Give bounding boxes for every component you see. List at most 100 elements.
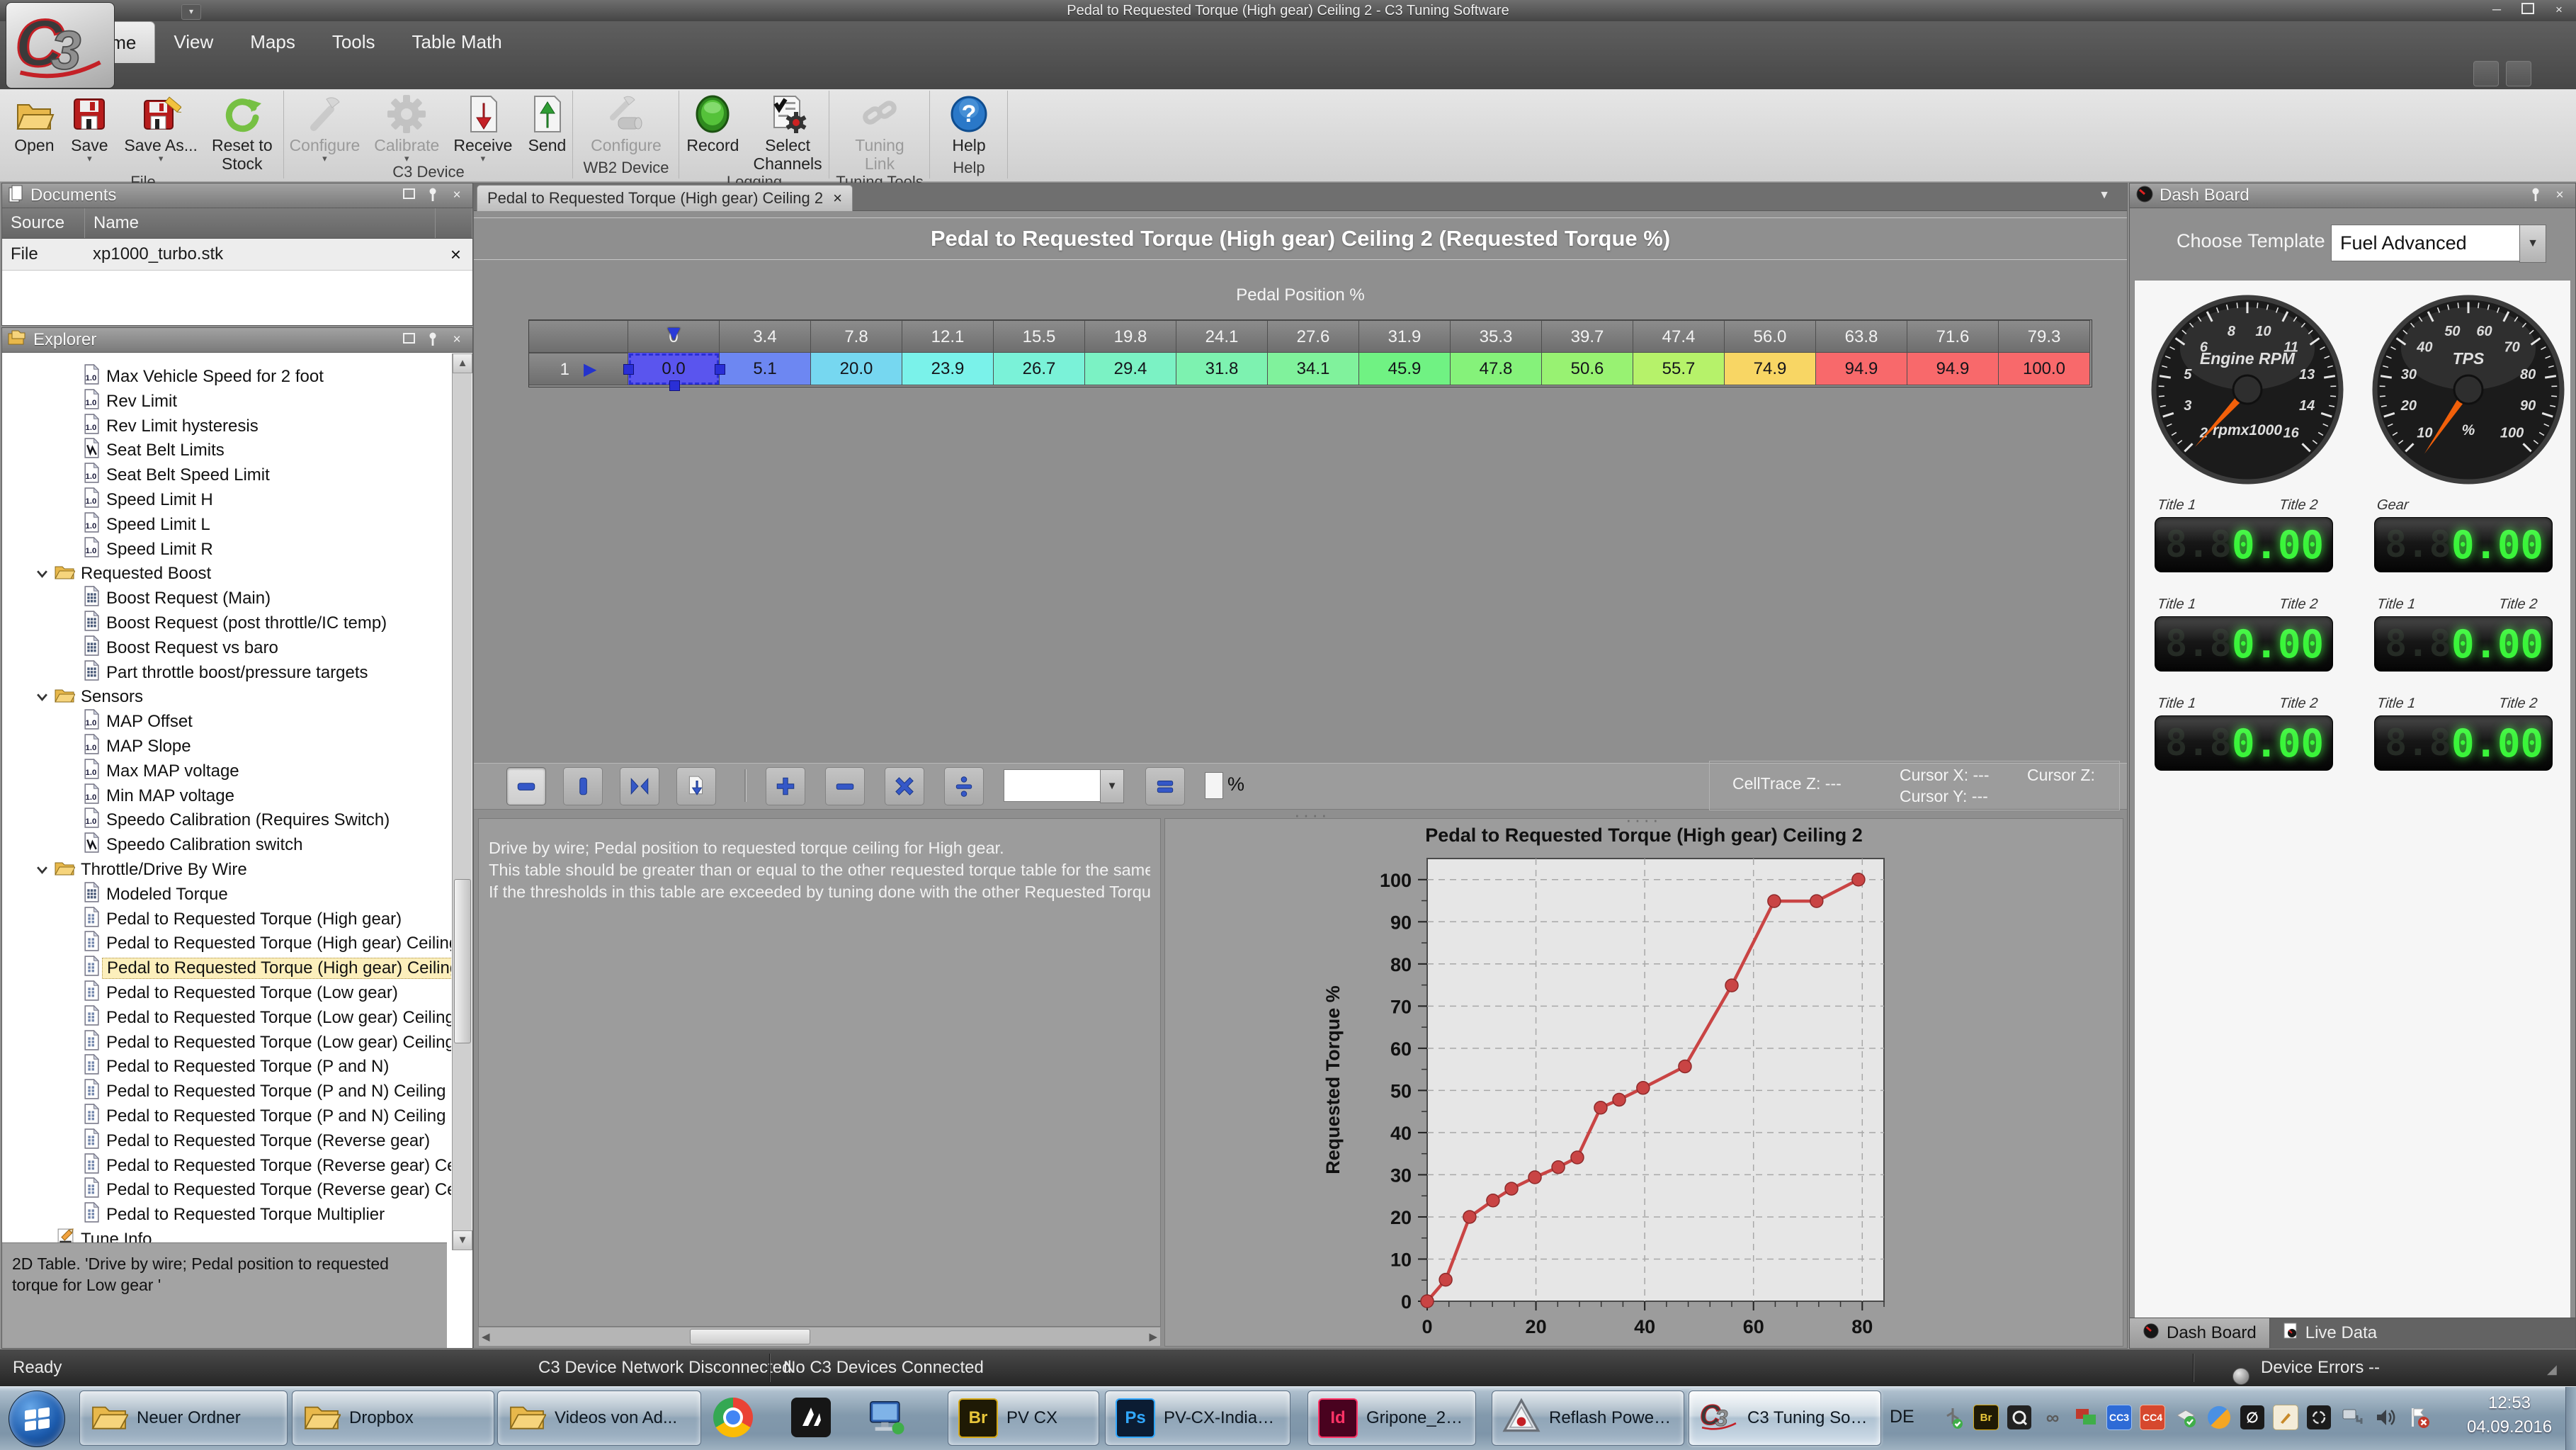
toolbar-mult-button[interactable]	[885, 767, 924, 805]
pin-icon[interactable]	[423, 332, 443, 349]
table-cell[interactable]: 94.9	[1907, 353, 1999, 385]
quick-access-dropdown-icon[interactable]: ▾	[181, 4, 201, 20]
table-cell[interactable]: 29.4	[1085, 353, 1176, 385]
header-tool-icon[interactable]	[2506, 61, 2531, 86]
table-column-header[interactable]: 39.7	[1542, 320, 1633, 353]
tray-bridge-icon[interactable]: Br	[1973, 1404, 1999, 1431]
table-cell[interactable]: 100.0	[1999, 353, 2090, 385]
tab-dash-board[interactable]: Dash Board	[2130, 1318, 2270, 1348]
tray-creative-cloud-icon[interactable]: ∞	[2039, 1404, 2066, 1431]
column-header-name[interactable]: Name	[85, 208, 436, 238]
toolbar-div-button[interactable]	[944, 767, 984, 805]
tree-item[interactable]: 1.0Min MAP voltage	[5, 784, 448, 808]
toolbar-plus-button[interactable]	[766, 767, 805, 805]
tree-item[interactable]: Boost Request vs baro	[5, 636, 448, 660]
tree-item[interactable]: 1.0Seat Belt Speed Limit	[5, 463, 448, 487]
language-indicator[interactable]: DE	[1890, 1407, 1914, 1427]
table-cell[interactable]: 34.1	[1268, 353, 1359, 385]
chevron-down-icon[interactable]	[36, 687, 48, 707]
tree-item[interactable]: Boost Request (post throttle/IC temp)	[5, 611, 448, 635]
tree-item[interactable]: Pedal to Requested Torque (Low gear) Cei…	[5, 1006, 448, 1030]
help-button[interactable]: ?Help	[941, 91, 997, 154]
tray-player-icon[interactable]: ∅	[2239, 1404, 2266, 1431]
tree-item[interactable]: 1.0Rev Limit	[5, 390, 448, 414]
chevron-down-icon[interactable]	[36, 564, 48, 584]
toolbar-equals-button[interactable]	[1145, 767, 1185, 805]
toolbar-doc-arrow-button[interactable]	[676, 767, 716, 805]
tree-item[interactable]: 1.0Speedo Calibration (Requires Switch)	[5, 808, 448, 832]
table-cell[interactable]: 47.8	[1451, 353, 1542, 385]
header-tool-icon[interactable]	[2473, 61, 2499, 86]
table-column-header[interactable]: 19.8	[1085, 320, 1176, 353]
table-column-header[interactable]: 15.5	[994, 320, 1085, 353]
table-cell[interactable]: 50.6	[1542, 353, 1633, 385]
table-column-header[interactable]: 35.3	[1451, 320, 1542, 353]
tree-item[interactable]: 1.0Max MAP voltage	[5, 759, 448, 783]
receive-button[interactable]: Receive▾	[446, 91, 519, 163]
toolbar-minus-button[interactable]	[825, 767, 865, 805]
splitter-handle[interactable]: ····	[1294, 811, 1330, 818]
tree-item[interactable]: Sensors	[5, 685, 448, 709]
tree-item[interactable]: Requested Boost	[5, 562, 448, 586]
taskbar-button-videos-von-ad-[interactable]: Videos von Ad...	[497, 1390, 701, 1446]
tree-item[interactable]: Pedal to Requested Torque (P and N)	[5, 1055, 448, 1079]
table-column-header[interactable]: 7.8	[811, 320, 902, 353]
tray-flag-icon[interactable]	[2405, 1404, 2432, 1431]
scroll-right-icon[interactable]: ▶	[1149, 1330, 1157, 1343]
close-panel-icon[interactable]: ×	[2550, 187, 2570, 204]
scroll-down-icon[interactable]: ▼	[453, 1230, 472, 1250]
float-window-icon[interactable]	[399, 187, 419, 204]
tree-item[interactable]: Throttle/Drive By Wire	[5, 858, 448, 882]
document-tab[interactable]: Pedal to Requested Torque (High gear) Ce…	[477, 185, 853, 211]
explorer-scrollbar[interactable]: ▲ ▼	[452, 353, 472, 1250]
tree-item[interactable]: Part throttle boost/pressure targets	[5, 661, 448, 685]
tray-volume-icon[interactable]	[2372, 1404, 2399, 1431]
tray-quicktime-icon[interactable]	[2006, 1404, 2033, 1431]
tuning-button[interactable]: Tuning Link	[848, 91, 911, 173]
table-column-header[interactable]: 12.1	[902, 320, 994, 353]
tree-item[interactable]: Pedal to Requested Torque Multiplier	[5, 1203, 448, 1227]
description-hscrollbar[interactable]: ◀ ▶	[478, 1327, 1161, 1347]
tray-pen-icon[interactable]	[2272, 1404, 2299, 1431]
tray-cc3-icon[interactable]: CC3	[2106, 1404, 2133, 1431]
send-button[interactable]: Send	[519, 91, 574, 154]
table-cell[interactable]: 5.1	[720, 353, 811, 385]
table-cell[interactable]: 23.9	[902, 353, 994, 385]
tray-camera-icon[interactable]	[2305, 1404, 2332, 1431]
taskbar-button-pv-cx[interactable]: BrPV CX	[948, 1390, 1099, 1446]
configure-button[interactable]: Configure▾	[283, 91, 368, 163]
tree-item[interactable]: Pedal to Requested Torque (High gear)	[5, 907, 448, 931]
taskbar-clock[interactable]: 12:53 04.09.2016	[2463, 1391, 2555, 1439]
table-cell[interactable]: 45.9	[1359, 353, 1451, 385]
percent-checkbox[interactable]	[1205, 772, 1223, 799]
pin-icon[interactable]	[2526, 187, 2546, 204]
combobox-arrow-icon[interactable]: ▼	[1100, 769, 1124, 803]
taskbar-button-c3-tuning-soft-[interactable]: C 3 C3 Tuning Soft...	[1689, 1390, 1881, 1446]
close-panel-icon[interactable]: ×	[447, 332, 467, 349]
tree-item[interactable]: 1.0Rev Limit hysteresis	[5, 414, 448, 438]
hscrollbar-thumb[interactable]	[690, 1329, 810, 1344]
table-column-header[interactable]: 27.6	[1268, 320, 1359, 353]
table-column-header[interactable]: 79.3	[1999, 320, 2090, 353]
menu-tab-view[interactable]: View	[155, 21, 232, 62]
tree-item[interactable]: 1.0Speed Limit R	[5, 538, 448, 562]
tree-item[interactable]: Pedal to Requested Torque (Reverse gear)	[5, 1129, 448, 1153]
chevron-down-icon[interactable]	[36, 860, 48, 880]
tree-item[interactable]: Pedal to Requested Torque (Low gear)	[5, 981, 448, 1005]
taskbar-button-pv-cx-indian-[interactable]: PsPV-CX-Indian_...	[1105, 1390, 1290, 1446]
scrollbar-thumb[interactable]	[454, 879, 471, 1043]
reset-to-button[interactable]: Reset to Stock	[205, 91, 280, 173]
table-cell[interactable]: 26.7	[994, 353, 1085, 385]
table-column-header[interactable]: 31.9	[1359, 320, 1451, 353]
tree-item[interactable]: 1.0Speed Limit L	[5, 513, 448, 537]
open-button[interactable]: Open	[6, 91, 62, 154]
tray-display-icon[interactable]	[2072, 1404, 2099, 1431]
column-header-source[interactable]: Source	[2, 208, 85, 238]
pin-icon[interactable]	[423, 187, 443, 204]
float-window-icon[interactable]	[399, 332, 419, 349]
tab-list-dropdown-icon[interactable]: ▼	[2099, 189, 2110, 202]
show-desktop-button[interactable]	[2565, 1387, 2576, 1450]
table-column-header[interactable]: 24.1	[1176, 320, 1268, 353]
taskbar-icon-chrome[interactable]	[710, 1394, 756, 1441]
toolbar-value-combobox[interactable]	[1004, 769, 1101, 802]
